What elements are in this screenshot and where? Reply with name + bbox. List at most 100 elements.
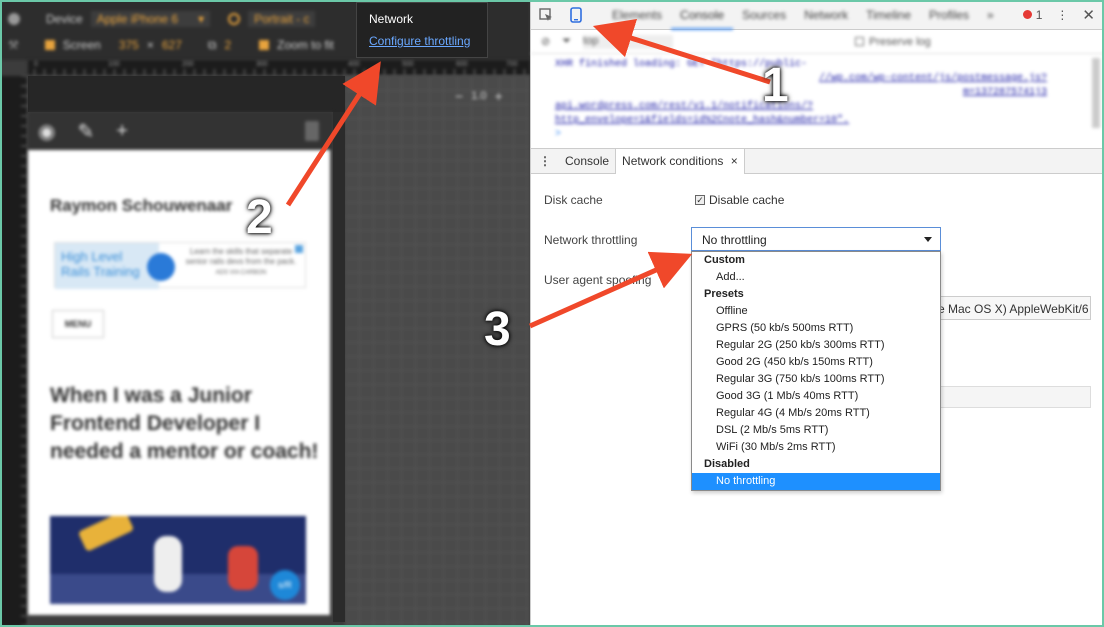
tab-sources[interactable]: Sources	[733, 0, 795, 30]
chevron-down-icon: ▾	[198, 12, 205, 26]
user-agent-custom-input[interactable]	[931, 386, 1091, 408]
drawer-tab-label: Network conditions	[622, 153, 724, 168]
console-line[interactable]: api.wordpress.com/rest/v1.1/notification…	[555, 100, 1067, 114]
screen-label: Screen	[62, 38, 101, 52]
throttle-select-value: No throttling	[702, 233, 767, 247]
throttle-option[interactable]: Good 2G (450 kb/s 150ms RTT)	[692, 354, 940, 371]
phone-toolbar: ◉ ✎ +	[28, 112, 333, 150]
screen-width[interactable]: 375	[119, 38, 139, 52]
network-popup-title: Network	[369, 12, 414, 26]
screen-height[interactable]: 627	[162, 38, 182, 52]
disk-cache-label: Disk cache	[544, 193, 603, 207]
configure-throttling-link[interactable]: Configure throttling	[369, 34, 475, 48]
ad-left-text: High Level Rails Training	[55, 243, 159, 289]
tab-timeline[interactable]: Timeline	[857, 0, 920, 30]
preserve-log-checkbox[interactable]: Preserve log	[855, 36, 931, 48]
vertical-ruler	[0, 76, 28, 627]
filter-icon[interactable]: ⏷	[562, 35, 571, 48]
camera-icon[interactable]: ◉	[38, 119, 55, 144]
dpr-value[interactable]: 2	[224, 38, 231, 52]
device-mode-panel: Device Apple iPhone 6 ▾ Portrait - c ⚒ Sc…	[0, 0, 530, 627]
throttle-option[interactable]: GPRS (50 kb/s 500ms RTT)	[692, 320, 940, 337]
screen-checkbox[interactable]	[44, 40, 55, 50]
throttle-option[interactable]: Good 3G (1 Mb/s 40ms RTT)	[692, 388, 940, 405]
zoom-out-button[interactable]: −	[455, 88, 463, 104]
throttle-option[interactable]: DSL (2 Mb/s 5ms RTT)	[692, 422, 940, 439]
step-number-2: 2	[246, 191, 273, 244]
console-line[interactable]: //wp.com/wp-content/js/postmessage.js?	[555, 72, 1067, 86]
device-label: Device	[46, 12, 83, 26]
throttle-option[interactable]: WiFi (30 Mb/s 2ms RTT)	[692, 439, 940, 456]
illustration-figure	[77, 516, 135, 552]
emulated-page: Raymon Schouwenaar High Level Rails Trai…	[28, 150, 330, 615]
viewport-resize-handle[interactable]	[333, 112, 345, 622]
preserve-log-box	[855, 37, 865, 46]
zoom-to-fit-label: Zoom to fit	[277, 38, 334, 52]
throttle-option[interactable]: Regular 3G (750 kb/s 100ms RTT)	[692, 371, 940, 388]
disable-cache-checkbox[interactable]: ✓ Disable cache	[695, 193, 784, 207]
tab-console[interactable]: Console	[671, 0, 734, 30]
drawer-tab-network-conditions[interactable]: Network conditions ×	[615, 148, 745, 174]
drawer-menu-icon[interactable]: ⋮	[531, 154, 559, 168]
wrench-icon[interactable]: ⚒	[8, 38, 19, 52]
orientation-select[interactable]: Portrait - c	[248, 11, 316, 27]
brush-icon[interactable]: ✎	[77, 119, 94, 144]
chevron-down-icon	[924, 237, 932, 242]
ad-info-icon[interactable]	[295, 245, 303, 253]
drawer-tab-console[interactable]: Console	[559, 149, 615, 174]
ad-banner[interactable]: High Level Rails Training Learn the skil…	[54, 242, 306, 289]
orientation-select-value: Portrait - c	[254, 12, 310, 26]
close-tab-icon[interactable]: ×	[731, 154, 738, 168]
zoom-level: 1.0	[471, 90, 487, 102]
tab-profiles[interactable]: Profiles	[920, 0, 978, 30]
console-line[interactable]: http_envelope=1&fields=id%2Cnote_hash&nu…	[555, 114, 1067, 128]
badge-icon[interactable]: s/R	[270, 570, 300, 600]
throttle-option[interactable]: Regular 2G (250 kb/s 300ms RTT)	[692, 337, 940, 354]
settings-icon[interactable]	[8, 13, 20, 25]
devtools-panel: Elements Console Sources Network Timelin…	[530, 0, 1104, 627]
console-output: XHR finished loading: GET "https://publi…	[531, 54, 1091, 144]
more-tabs-button[interactable]: »	[978, 0, 1003, 30]
error-counter[interactable]: 1	[1023, 8, 1042, 22]
user-agent-input[interactable]: e Mac OS X) AppleWebKit/6	[931, 296, 1091, 320]
device-select[interactable]: Apple iPhone 6 ▾	[90, 11, 211, 27]
dpr-icon: ⧉	[207, 37, 217, 52]
tab-elements[interactable]: Elements	[603, 0, 671, 30]
console-prompt[interactable]: >	[555, 128, 1067, 142]
ad-right-text: Learn the skills that separate senior ra…	[181, 247, 301, 278]
ruler-tick: 200	[182, 61, 194, 68]
close-icon[interactable]: ✕	[1082, 6, 1095, 24]
throttle-option-selected[interactable]: No throttling	[692, 473, 940, 490]
phone-icon[interactable]	[305, 121, 319, 141]
throttle-option[interactable]: Offline	[692, 303, 940, 320]
ruler-tick: 700	[506, 61, 518, 68]
console-scrollbar[interactable]	[1092, 58, 1100, 128]
console-line[interactable]: m=1372875741j3	[555, 86, 1067, 100]
ad-logo-icon	[147, 253, 175, 281]
device-select-value: Apple iPhone 6	[96, 12, 179, 26]
console-line: XHR finished loading: GET "https://publi…	[555, 59, 808, 70]
throttle-select[interactable]: No throttling	[691, 227, 941, 251]
horizontal-ruler: 0 100 200 300 400 500 600 700	[28, 60, 530, 76]
throttle-option[interactable]: Add...	[692, 269, 940, 286]
tab-network[interactable]: Network	[795, 0, 857, 30]
site-title[interactable]: Raymon Schouwenaar	[50, 196, 232, 216]
viewport-header	[28, 76, 345, 112]
rotate-icon[interactable]	[228, 13, 241, 25]
step-number-1: 1	[762, 59, 789, 112]
zoom-to-fit-checkbox[interactable]	[259, 40, 270, 50]
option-group: Custom	[704, 254, 745, 266]
menu-button[interactable]: MENU	[52, 310, 104, 338]
throttle-option[interactable]: Regular 4G (4 Mb/s 20ms RTT)	[692, 405, 940, 422]
kebab-menu-icon[interactable]: ⋮	[1056, 8, 1068, 22]
plus-icon[interactable]: +	[116, 120, 128, 143]
context-select[interactable]: top	[583, 34, 674, 49]
device-mode-icon[interactable]	[561, 0, 591, 30]
error-icon	[1023, 9, 1033, 19]
ruler-tick: 500	[402, 61, 414, 68]
post-headline[interactable]: When I was a Junior Frontend Developer I…	[50, 382, 320, 466]
option-group: Presets	[704, 288, 744, 300]
inspect-icon[interactable]	[531, 0, 561, 30]
zoom-in-button[interactable]: +	[494, 88, 502, 104]
clear-console-icon[interactable]: ⊘	[541, 35, 550, 48]
